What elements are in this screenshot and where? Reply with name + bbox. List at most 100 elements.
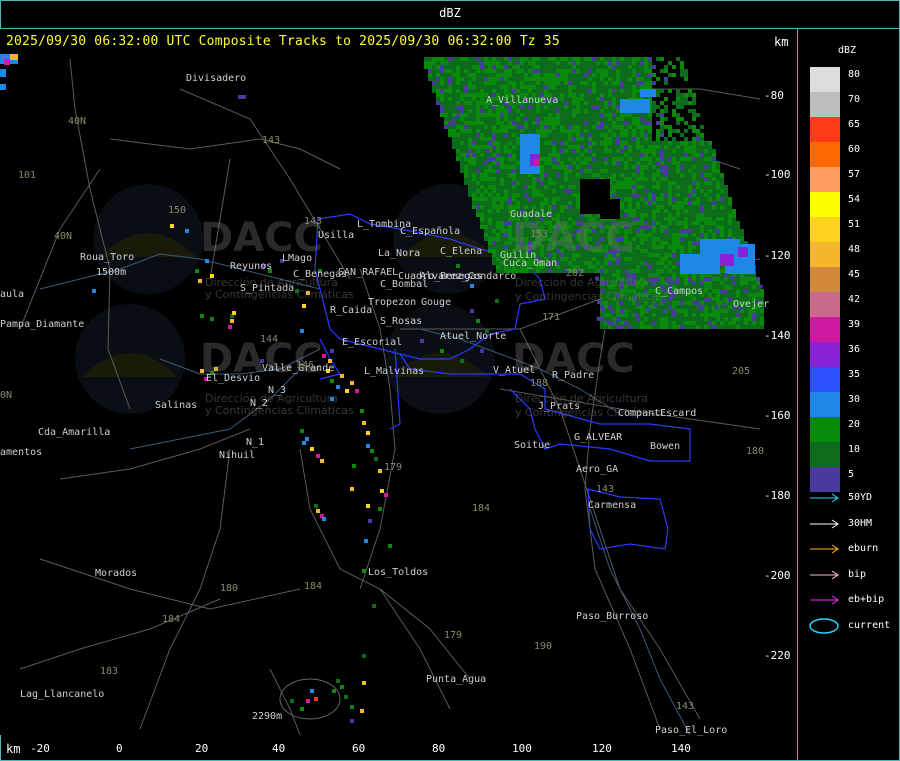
echo-cell	[488, 213, 492, 217]
echo-cell	[492, 225, 496, 229]
echo-cell	[596, 316, 601, 321]
echo-cell	[604, 113, 608, 117]
echo-cell	[652, 233, 656, 237]
echo-cell	[472, 177, 476, 181]
echo-cell	[448, 65, 452, 69]
echo-cell	[704, 221, 708, 225]
echo-cell	[536, 197, 540, 201]
echo-cell	[616, 193, 620, 197]
place-label: Tropezon	[368, 297, 417, 308]
echo-cell	[660, 313, 664, 317]
echo-cell	[628, 137, 632, 141]
place-label: La_Nora	[378, 248, 421, 259]
echo-cell	[456, 141, 460, 145]
echo-cell	[572, 85, 576, 89]
echo-cell	[504, 221, 508, 225]
echo-cell	[608, 149, 612, 153]
echo-cell	[684, 169, 688, 173]
echo-cell	[572, 65, 576, 69]
echo-cell	[568, 93, 572, 97]
echo-cell	[476, 61, 480, 65]
echo-cell	[568, 193, 572, 197]
echo-cell	[552, 69, 556, 73]
echo-cell	[632, 157, 636, 161]
echo-cell	[676, 241, 680, 245]
echo-cell	[636, 257, 640, 261]
echo-cell	[556, 205, 560, 209]
echo-cell	[640, 157, 644, 161]
echo-cell	[536, 185, 540, 189]
echo-cell	[600, 101, 604, 105]
echo-cell	[228, 325, 232, 329]
echo-cell	[552, 137, 556, 141]
echo-cell	[500, 245, 504, 249]
echo-cell	[480, 121, 484, 125]
echo-cell	[492, 233, 496, 237]
echo-cell	[664, 109, 668, 113]
echo-cell	[532, 121, 536, 125]
echo-cell	[472, 165, 476, 169]
echo-cell	[480, 173, 484, 177]
echo-cell	[648, 73, 652, 77]
echo-cell	[544, 61, 548, 65]
echo-cell	[692, 173, 696, 177]
echo-cell	[664, 197, 668, 201]
echo-cell	[564, 145, 568, 149]
echo-cell	[556, 209, 560, 213]
echo-cell	[468, 101, 472, 105]
echo-cell	[468, 93, 472, 97]
echo-cell	[560, 197, 564, 201]
echo-cell	[696, 225, 700, 229]
echo-cell	[624, 81, 628, 85]
echo-cell	[612, 121, 616, 125]
echo-cell	[536, 73, 540, 77]
echo-cell	[496, 189, 500, 193]
echo-cell	[508, 81, 512, 85]
echo-cell	[708, 149, 712, 153]
echo-cell	[712, 149, 716, 153]
echo-cell	[732, 321, 736, 325]
echo-cell	[720, 213, 724, 217]
echo-cell	[440, 349, 444, 353]
echo-cell	[552, 177, 556, 181]
echo-cell	[568, 69, 572, 73]
echo-cell	[652, 193, 656, 197]
echo-cell	[596, 101, 600, 105]
echo-cell	[436, 57, 440, 61]
echo-cell	[604, 165, 608, 169]
echo-cell	[460, 137, 464, 141]
radar-map[interactable]	[0, 29, 797, 760]
place-label: R_Padre	[552, 370, 595, 381]
echo-cell	[544, 125, 548, 129]
echo-cell	[496, 201, 500, 205]
echo-cell	[588, 85, 592, 89]
echo-cell	[700, 189, 704, 193]
echo-cell	[504, 213, 508, 217]
y-tick-label: -200	[764, 569, 791, 582]
echo-cell	[676, 89, 680, 93]
echo-cell	[528, 77, 532, 81]
echo-cell	[600, 61, 604, 65]
echo-cell	[536, 85, 540, 89]
echo-cell	[492, 261, 496, 265]
echo-cell	[664, 193, 668, 197]
echo-cell	[460, 81, 464, 85]
echo-cell	[512, 85, 516, 89]
echo-cell	[620, 145, 624, 149]
echo-cell	[500, 61, 504, 65]
echo-cell	[736, 313, 740, 317]
echo-cell	[556, 73, 560, 77]
echo-cell	[612, 129, 616, 133]
echo-cell	[556, 157, 560, 161]
echo-cell	[712, 301, 716, 305]
echo-cell	[340, 374, 344, 378]
echo-cell	[628, 309, 632, 313]
echo-cell	[384, 493, 388, 497]
echo-cell	[568, 105, 572, 109]
echo-cell	[468, 193, 472, 197]
echo-cell	[740, 285, 744, 289]
echo-cell	[616, 189, 620, 193]
echo-cell	[660, 209, 664, 213]
echo-cell	[664, 149, 668, 153]
echo-cell	[480, 149, 484, 153]
